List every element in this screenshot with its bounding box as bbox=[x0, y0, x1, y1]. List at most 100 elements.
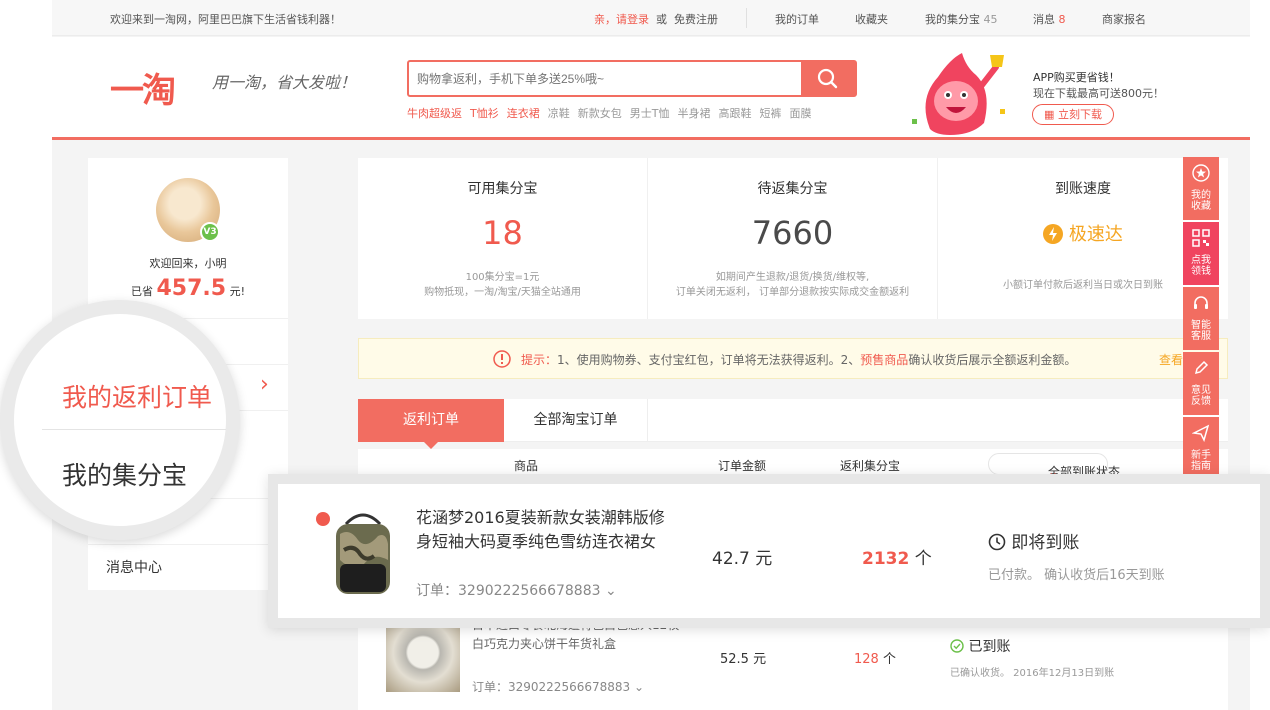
stat-title: 可用集分宝 bbox=[467, 181, 538, 197]
rail-label-line1: 新手 bbox=[1191, 450, 1211, 461]
messages-link[interactable]: 消息 8 bbox=[1033, 11, 1066, 27]
search-bar bbox=[407, 60, 857, 97]
hot-keyword-link[interactable]: 凉鞋 bbox=[548, 107, 570, 120]
rail-label-line1: 点我 bbox=[1191, 255, 1211, 266]
pending-points-stat: 待返集分宝 7660 如期间产生退款/退货/换货/维权等, 订单关闭无返利， 订单… bbox=[648, 158, 938, 319]
rail-guide-button[interactable]: 新手 指南 bbox=[1183, 417, 1219, 480]
order-amount: 42.7 元 bbox=[712, 549, 773, 569]
register-link[interactable]: 免费注册 bbox=[674, 11, 718, 27]
column-amount: 订单金额 bbox=[718, 459, 767, 473]
hot-keyword-link[interactable]: 面膜 bbox=[789, 107, 811, 120]
app-promo-line1: APP购买更省钱！ bbox=[1033, 71, 1120, 84]
notice-bar: 提示：1、使用购物券、支付宝红包，订单将无法获得返利。2、预售商品确认收货后展示… bbox=[358, 338, 1228, 379]
arrival-status-label: 已到账 bbox=[968, 639, 1011, 655]
points-unit: 个 bbox=[914, 549, 932, 569]
headset-icon bbox=[1194, 296, 1208, 309]
hot-keyword-link[interactable]: 牛肉超级返 bbox=[407, 107, 462, 120]
hot-keyword-link[interactable]: 半身裙 bbox=[677, 107, 710, 120]
zoomed-points[interactable]: 我的集分宝 bbox=[62, 456, 187, 492]
rail-label-line2: 指南 bbox=[1191, 461, 1211, 472]
rail-label-line2: 客服 bbox=[1191, 331, 1211, 342]
order-number[interactable]: 订单：3290222566678883 ⌄ bbox=[416, 580, 617, 600]
divider bbox=[746, 8, 747, 28]
paper-plane-icon bbox=[1192, 424, 1210, 442]
check-circle-icon bbox=[950, 639, 964, 653]
arrival-status: 即将到账 bbox=[988, 528, 1079, 553]
stat-note: 如期间产生退款/退货/换货/维权等, 订单关闭无返利， 订单部分退款按实际成交金额… bbox=[648, 270, 937, 300]
order-number[interactable]: 订单：3290222566678883 ⌄ bbox=[472, 678, 644, 695]
my-orders-link[interactable]: 我的订单 bbox=[775, 11, 819, 27]
chevron-down-icon: ⌄ bbox=[634, 680, 645, 694]
notice-part2: 确认收货后展示全额返利金额。 bbox=[908, 353, 1077, 367]
download-app-button[interactable]: ▦ 立刻下载 bbox=[1032, 104, 1114, 125]
stat-note: 100集分宝=1元 购物抵现，一淘/淘宝/天猫全站通用 bbox=[358, 270, 647, 300]
my-points-link[interactable]: 我的集分宝 45 bbox=[925, 11, 998, 27]
chevron-down-icon: ⌄ bbox=[604, 583, 617, 599]
zoomed-rebate-orders[interactable]: 我的返利订单 bbox=[62, 378, 212, 414]
header: 一淘 用一淘，省大发啦！ 牛肉超级返 T恤衫连衣裙凉鞋新款女包男士T恤半身裙高跟鞋… bbox=[52, 37, 1250, 140]
stat-title: 待返集分宝 bbox=[757, 181, 828, 197]
notice-highlight[interactable]: 预售商品 bbox=[860, 353, 908, 367]
top-bar: 欢迎来到一淘网，阿里巴巴旗下生活省钱利器！ 亲，请登录 或 免费注册 我的订单 … bbox=[52, 0, 1250, 36]
zoomed-order-row: 花涵梦2016夏装新款女装潮韩版修身短袖大码夏季纯色雪纺连衣裙女 订单：3290… bbox=[268, 474, 1270, 628]
rebate-points-value: 2132 bbox=[862, 549, 910, 569]
rail-label-line2: 收藏 bbox=[1191, 201, 1211, 212]
stat-note-line1: 如期间产生退款/退货/换货/维权等, bbox=[715, 272, 870, 283]
rebate-points: 128 个 bbox=[854, 648, 896, 667]
order-number-text: 订单：3290222566678883 bbox=[472, 680, 631, 694]
speed-label: 极速达 bbox=[1068, 224, 1123, 245]
pencil-icon bbox=[1194, 360, 1209, 375]
tab-caret bbox=[424, 442, 438, 449]
info-icon bbox=[493, 350, 511, 368]
user-welcome: 欢迎回来，小明 bbox=[149, 257, 227, 270]
logo[interactable]: 一淘 bbox=[110, 63, 176, 112]
rail-label-line1: 智能 bbox=[1191, 320, 1211, 331]
chevron-right-icon: › bbox=[260, 372, 269, 397]
my-points-count: 45 bbox=[983, 13, 998, 26]
slogan: 用一淘，省大发啦！ bbox=[212, 73, 357, 92]
hot-keyword-link[interactable]: 新款女包 bbox=[578, 107, 622, 120]
product-thumbnail[interactable] bbox=[386, 620, 460, 692]
saved-prefix: 已省 bbox=[130, 285, 153, 298]
clock-icon bbox=[988, 533, 1006, 551]
order-amount: 52.5 元 bbox=[720, 652, 767, 667]
notice-prefix: 提示： bbox=[521, 353, 558, 367]
tab-all-taobao-orders[interactable]: 全部淘宝订单 bbox=[504, 399, 648, 442]
hot-keyword-link[interactable]: 高跟鞋 bbox=[718, 107, 751, 120]
rail-favorites-button[interactable]: 我的 收藏 bbox=[1183, 157, 1219, 220]
star-icon bbox=[1192, 164, 1210, 182]
arrival-status-note: 已付款。 确认收货后16天到账 bbox=[988, 568, 1165, 583]
rail-feedback-button[interactable]: 意见 反馈 bbox=[1183, 352, 1219, 415]
arrival-status: 已到账 bbox=[950, 636, 1010, 656]
notice-text: 提示：1、使用购物券、支付宝红包，订单将无法获得返利。2、预售商品确认收货后展示… bbox=[521, 351, 1076, 368]
app-promo-line2: 现在下载最高可送800元！ bbox=[1033, 87, 1164, 100]
search-button[interactable] bbox=[801, 62, 855, 95]
merchant-link[interactable]: 商家报名 bbox=[1102, 11, 1146, 27]
column-points: 返利集分宝 bbox=[840, 459, 901, 473]
points-unit: 个 bbox=[882, 652, 896, 667]
rail-label-line1: 意见 bbox=[1191, 385, 1211, 396]
rail-label-line2: 领钱 bbox=[1191, 266, 1211, 277]
stat-value: 7660 bbox=[751, 214, 834, 252]
login-link[interactable]: 亲，请登录 bbox=[594, 11, 649, 27]
hot-keyword-link[interactable]: 连衣裙 bbox=[507, 107, 540, 120]
sidebar-item-messages[interactable]: 消息中心 bbox=[88, 544, 288, 590]
available-points-stat: 可用集分宝 18 100集分宝=1元 购物抵现，一淘/淘宝/天猫全站通用 bbox=[358, 158, 648, 319]
rail-earn-money-button[interactable]: 点我 领钱 bbox=[1183, 222, 1219, 285]
my-points-label: 我的集分宝 bbox=[925, 13, 980, 26]
qr-icon: ▦ bbox=[1044, 108, 1055, 121]
favorites-link[interactable]: 收藏夹 bbox=[855, 11, 888, 27]
rail-customer-service-button[interactable]: 智能 客服 bbox=[1183, 287, 1219, 350]
product-thumbnail[interactable] bbox=[330, 510, 396, 598]
status-filter-dropdown[interactable]: 全部到账状态 ⌄ bbox=[988, 453, 1120, 479]
messages-label: 消息 bbox=[1033, 13, 1055, 26]
divider bbox=[42, 429, 226, 430]
hot-keyword-link[interactable]: 男士T恤 bbox=[630, 107, 670, 120]
hot-keyword-link[interactable]: T恤衫 bbox=[470, 107, 499, 120]
product-title[interactable]: 花涵梦2016夏装新款女装潮韩版修身短袖大码夏季纯色雪纺连衣裙女 bbox=[416, 506, 666, 554]
tab-rebate-orders[interactable]: 返利订单 bbox=[358, 399, 504, 442]
mascot-image bbox=[912, 53, 1005, 135]
column-goods: 商品 bbox=[514, 459, 539, 473]
hot-keyword-link[interactable]: 短裤 bbox=[759, 107, 781, 120]
search-input[interactable] bbox=[417, 69, 797, 89]
